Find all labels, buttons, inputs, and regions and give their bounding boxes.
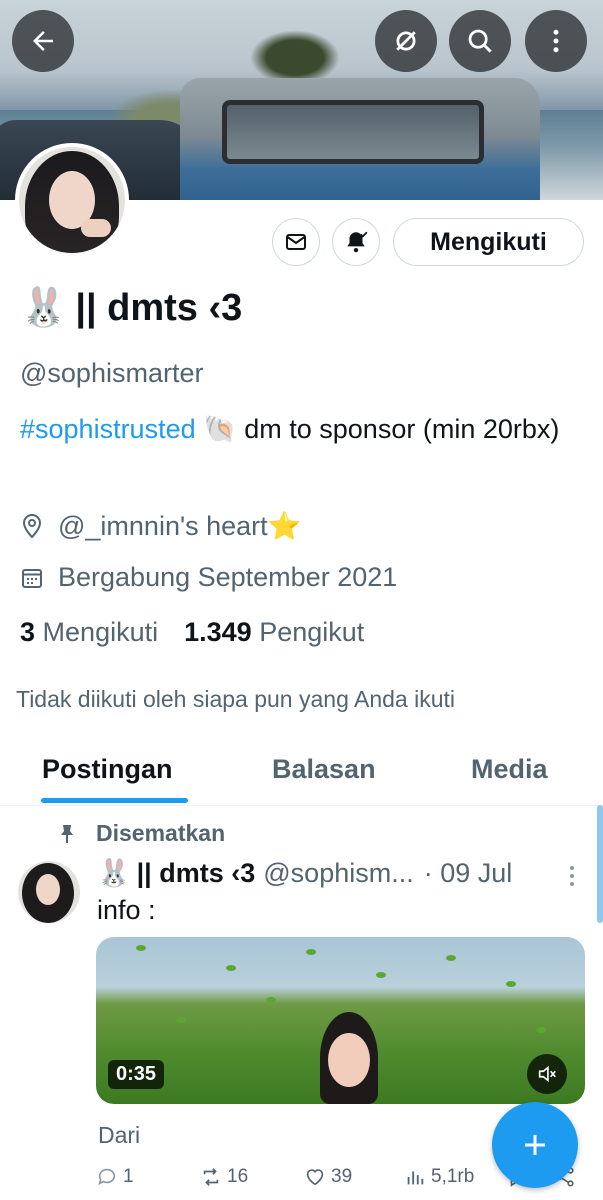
more-vertical-icon xyxy=(553,29,559,53)
location-text: @_imnnin's heart⭐ xyxy=(58,511,302,541)
followers-label: Pengikut xyxy=(259,617,365,647)
like-button[interactable]: 39 xyxy=(304,1166,352,1188)
followers-count: 1.349 xyxy=(184,617,252,647)
profile-bio: #sophistrusted 🐚 dm to sponsor (min 20rb… xyxy=(20,410,590,448)
profile-tabs: Postingan Balasan Media xyxy=(0,740,603,806)
post-video[interactable]: 0:35 xyxy=(96,937,585,1104)
post-from-text: Dari xyxy=(98,1122,141,1148)
muted-eye-icon xyxy=(396,31,416,51)
video-mute-button[interactable] xyxy=(527,1054,567,1094)
bio-emoji: 🐚 xyxy=(203,414,237,444)
leaf xyxy=(446,955,456,961)
pinned-label: Disematkan xyxy=(58,820,225,847)
joined-row: Bergabung September 2021 xyxy=(20,562,397,593)
views-chart-icon xyxy=(407,1171,424,1185)
like-count: 39 xyxy=(331,1166,353,1187)
message-button[interactable] xyxy=(272,218,320,266)
followers-stat[interactable]: 1.349 Pengikut xyxy=(184,617,364,648)
name-text: || dmts ‹3 xyxy=(75,286,243,329)
post-text: info : xyxy=(97,895,156,925)
more-options-button[interactable] xyxy=(525,10,587,72)
avatar-hand xyxy=(81,219,111,237)
tab-posts[interactable]: Postingan xyxy=(42,754,173,785)
following-button[interactable]: Mengikuti xyxy=(393,218,584,266)
not-followed-notice: Tidak diikuti oleh siapa pun yang Anda i… xyxy=(16,686,455,712)
scroll-indicator xyxy=(597,805,603,923)
post-avatar[interactable] xyxy=(18,861,80,923)
video-person-face xyxy=(328,1033,370,1087)
pin-icon xyxy=(61,824,73,843)
joined-text: Bergabung September 2021 xyxy=(58,562,398,592)
name-emoji: 🐰 xyxy=(20,287,68,329)
banner-palm xyxy=(250,30,340,85)
following-count: 3 xyxy=(20,617,36,647)
bio-hashtag[interactable]: #sophistrusted xyxy=(20,414,196,444)
search-button[interactable] xyxy=(449,10,511,72)
arrow-left-icon xyxy=(33,31,53,51)
banner-truck-window xyxy=(222,100,484,164)
leaf xyxy=(136,945,146,951)
location-row: @_imnnin's heart⭐ xyxy=(20,510,301,542)
post-more-icon[interactable] xyxy=(566,862,578,890)
leaf xyxy=(266,997,276,1003)
profile-name: 🐰 || dmts ‹3 xyxy=(20,286,242,330)
calendar-icon xyxy=(22,568,42,588)
following-stat[interactable]: 3 Mengikuti xyxy=(20,617,158,648)
leaf xyxy=(226,965,236,971)
repost-icon xyxy=(203,1168,219,1186)
envelope-icon xyxy=(286,234,306,250)
location-pin-icon xyxy=(22,513,42,539)
post-date[interactable]: · 09 Jul xyxy=(424,858,513,889)
pinned-text: Disematkan xyxy=(96,820,226,846)
post-author-handle[interactable]: @sophism... xyxy=(263,858,413,889)
tab-media[interactable]: Media xyxy=(471,754,548,785)
post-header: 🐰 || dmts ‹3 @sophism... · 09 Jul xyxy=(97,857,552,889)
tab-replies[interactable]: Balasan xyxy=(272,754,376,785)
reply-button[interactable]: 1 xyxy=(96,1166,134,1188)
leaf xyxy=(506,981,516,987)
repost-count: 16 xyxy=(227,1166,249,1187)
leaf xyxy=(176,1017,186,1023)
bio-text: dm to sponsor (min 20rbx) xyxy=(236,414,560,444)
back-button[interactable] xyxy=(12,10,74,72)
reply-icon xyxy=(98,1168,116,1185)
mute-toggle-button[interactable] xyxy=(375,10,437,72)
following-label: Mengikuti xyxy=(42,617,159,647)
post-avatar-face xyxy=(36,874,60,905)
plus-icon xyxy=(525,1135,545,1155)
profile-handle: @sophismarter xyxy=(20,358,204,388)
heart-icon xyxy=(306,1169,324,1186)
post-author-name[interactable]: || dmts ‹3 xyxy=(137,858,256,889)
leaf xyxy=(376,972,386,978)
post-author-emoji: 🐰 xyxy=(97,858,131,888)
leaf xyxy=(536,1027,546,1033)
search-icon xyxy=(468,29,492,53)
leaf xyxy=(306,949,316,955)
speaker-muted-icon xyxy=(538,1065,556,1083)
bell-check-icon xyxy=(347,231,368,253)
profile-avatar[interactable] xyxy=(15,143,129,257)
reply-count: 1 xyxy=(123,1166,134,1187)
views-button[interactable]: 5,1rb xyxy=(404,1166,474,1188)
video-duration: 0:35 xyxy=(108,1060,165,1089)
notifications-button[interactable] xyxy=(332,218,380,266)
active-tab-indicator xyxy=(41,798,188,803)
view-count: 5,1rb xyxy=(431,1166,475,1187)
follow-stats: 3 Mengikuti 1.349 Pengikut xyxy=(20,617,364,648)
compose-post-button[interactable] xyxy=(492,1102,578,1188)
repost-button[interactable]: 16 xyxy=(200,1166,248,1188)
